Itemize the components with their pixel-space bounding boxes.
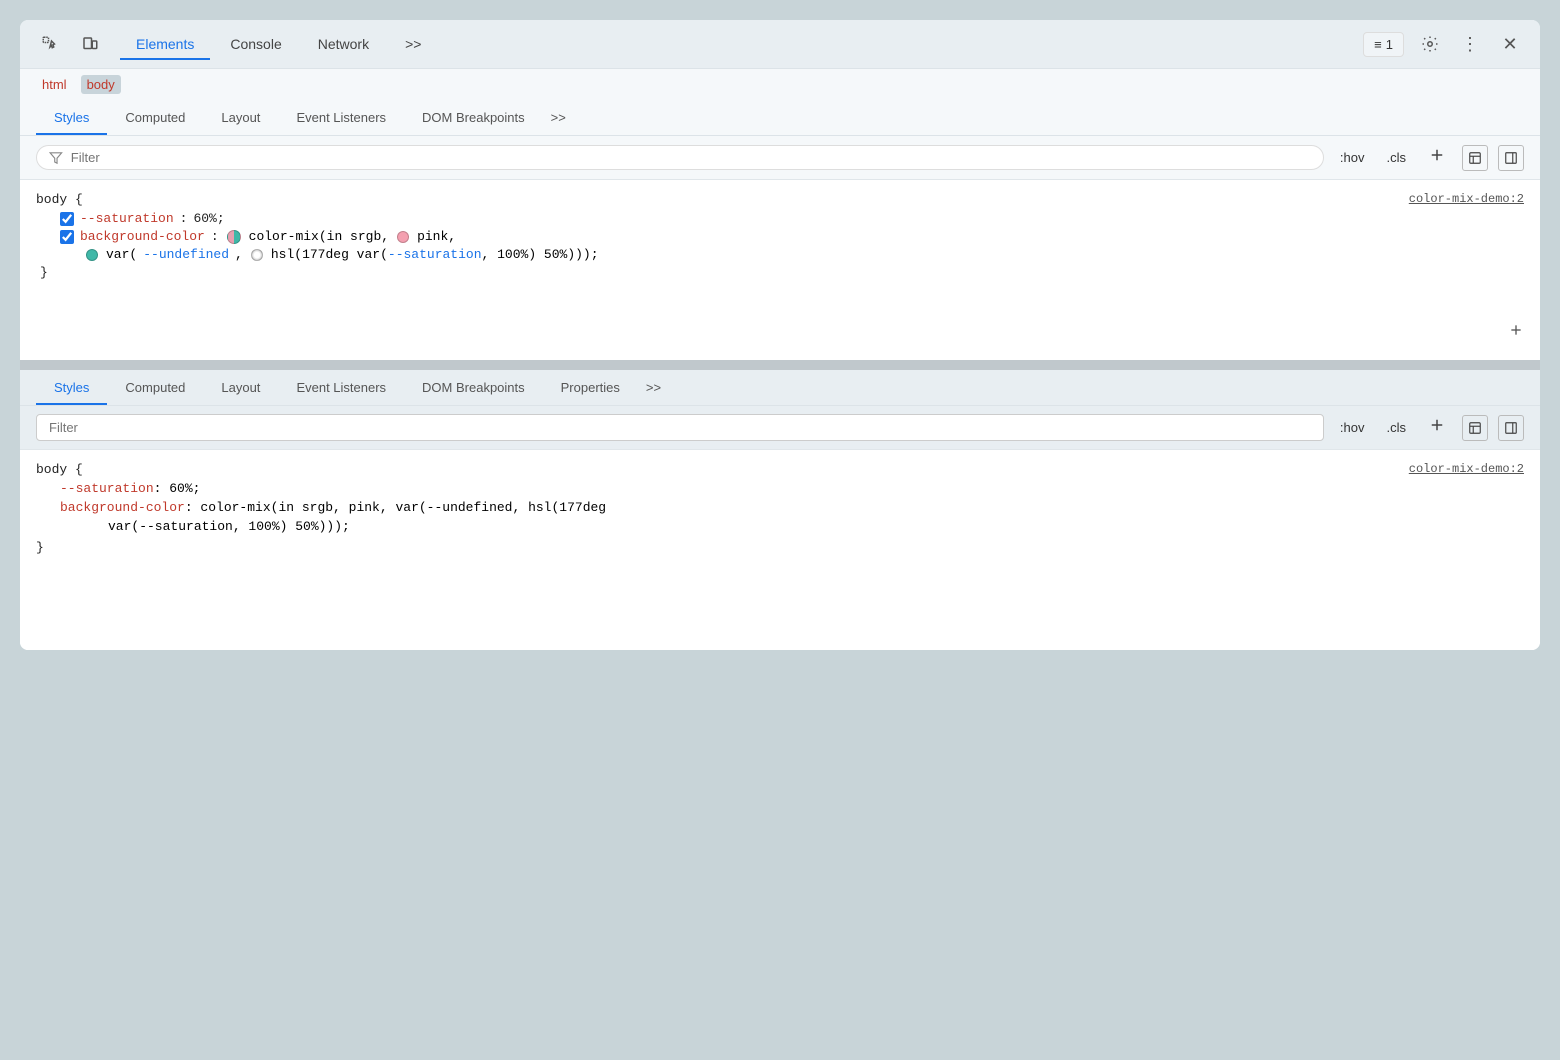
inspector-stylesheet-btn-top[interactable] [1462, 145, 1488, 171]
saturation-prop-name[interactable]: --saturation [80, 211, 174, 226]
css-rule-header-bottom: body { color-mix-demo:2 [36, 462, 1524, 477]
filter-icon [49, 151, 63, 165]
messages-icon: ≡ [1374, 37, 1382, 52]
tab-more[interactable]: >> [389, 30, 437, 58]
toolbar: Elements Console Network >> ≡ 1 ⋮ ✕ [20, 20, 1540, 68]
inspect-icon[interactable] [36, 30, 64, 58]
css-property-bg-line1: background-color : color-mix(in srgb, pi… [36, 229, 1524, 244]
hsl-swatch[interactable] [251, 249, 263, 261]
tab-styles-top[interactable]: Styles [36, 100, 107, 135]
top-panel: Elements Console Network >> ≡ 1 ⋮ ✕ [20, 20, 1540, 362]
bg-value-comma: , [235, 247, 243, 262]
tab-computed-bottom[interactable]: Computed [107, 370, 203, 405]
toggle-sidebar-btn-top[interactable] [1498, 145, 1524, 171]
bg-color-colon: : [211, 229, 219, 244]
css-property-saturation: --saturation : 60%; [36, 211, 1524, 226]
tab-computed-top[interactable]: Computed [107, 100, 203, 135]
saturation-var-link[interactable]: --saturation [388, 247, 482, 262]
undefined-var-link[interactable]: --undefined [143, 247, 229, 262]
css-content-bottom: body { color-mix-demo:2 --saturation: 60… [20, 450, 1540, 650]
css-add-rule-btn-top[interactable] [1508, 322, 1524, 344]
tab-network[interactable]: Network [302, 30, 385, 58]
bottom-saturation-colon: : 60%; [154, 481, 201, 496]
cls-btn-top[interactable]: .cls [1381, 148, 1413, 167]
css-closing-bottom: } [36, 540, 1524, 555]
devtools-window: Elements Console Network >> ≡ 1 ⋮ ✕ [20, 20, 1540, 650]
pseudo-btn-top[interactable]: :hov [1334, 148, 1371, 167]
style-tabs-bottom: Styles Computed Layout Event Listeners D… [20, 370, 1540, 406]
filter-input-wrap-bottom [36, 414, 1324, 441]
bottom-bg-name[interactable]: background-color [60, 500, 185, 515]
add-rule-btn-top[interactable] [1422, 144, 1452, 171]
css-selector-bottom: body { [36, 462, 83, 477]
bg-hsl-value: hsl(177deg var(--saturation, 100%) 50%))… [271, 247, 599, 262]
saturation-checkbox[interactable] [60, 212, 74, 226]
filter-input-wrap-top [36, 145, 1324, 170]
tab-event-listeners-top[interactable]: Event Listeners [278, 100, 404, 135]
css-selector-top: body { [36, 192, 83, 207]
bottom-bg-line2: var(--saturation, 100%) 50%))); [36, 519, 1524, 534]
pseudo-btn-bottom[interactable]: :hov [1334, 418, 1371, 437]
tab-properties-bottom[interactable]: Properties [543, 370, 638, 405]
tab-styles-bottom[interactable]: Styles [36, 370, 107, 405]
breadcrumb-body[interactable]: body [81, 75, 121, 94]
add-rule-btn-bottom[interactable] [1422, 414, 1452, 441]
bottom-bg-value2: var(--saturation, 100%) 50%))); [108, 519, 350, 534]
tab-event-listeners-bottom[interactable]: Event Listeners [278, 370, 404, 405]
inspector-stylesheet-btn-bottom[interactable] [1462, 415, 1488, 441]
settings-icon[interactable] [1416, 30, 1444, 58]
css-rule-header-top: body { color-mix-demo:2 [36, 192, 1524, 207]
bg-value-var-undefined: var( [106, 247, 137, 262]
bottom-saturation-line: --saturation: 60%; [36, 481, 1524, 496]
pink-swatch[interactable] [397, 231, 409, 243]
close-icon[interactable]: ✕ [1496, 30, 1524, 58]
tab-layout-top[interactable]: Layout [203, 100, 278, 135]
messages-badge[interactable]: ≡ 1 [1363, 32, 1404, 57]
tab-more-bottom[interactable]: >> [638, 370, 669, 405]
saturation-value[interactable]: 60%; [193, 211, 224, 226]
css-property-bg-line2: var( --undefined, hsl(177deg var(--satura… [36, 247, 1524, 262]
filter-actions-bottom: :hov .cls [1334, 414, 1524, 441]
tab-elements[interactable]: Elements [120, 30, 210, 58]
css-closing-top: } [36, 265, 1524, 280]
toolbar-icons [36, 30, 104, 58]
teal-swatch[interactable] [86, 249, 98, 261]
color-mix-swatch[interactable] [227, 230, 241, 244]
breadcrumb-html[interactable]: html [36, 75, 73, 94]
toggle-sidebar-btn-bottom[interactable] [1498, 415, 1524, 441]
device-toggle-icon[interactable] [76, 30, 104, 58]
tab-layout-bottom[interactable]: Layout [203, 370, 278, 405]
css-source-bottom[interactable]: color-mix-demo:2 [1409, 462, 1524, 476]
badge-count: 1 [1386, 37, 1393, 52]
tab-dom-breakpoints-top[interactable]: DOM Breakpoints [404, 100, 543, 135]
tab-more-top[interactable]: >> [543, 100, 574, 135]
breadcrumb-bar: html body [20, 68, 1540, 100]
cls-btn-bottom[interactable]: .cls [1381, 418, 1413, 437]
toolbar-right: ≡ 1 ⋮ ✕ [1363, 30, 1524, 58]
bg-color-value-1: color-mix(in srgb, [249, 229, 389, 244]
tab-dom-breakpoints-bottom[interactable]: DOM Breakpoints [404, 370, 543, 405]
filter-input-top[interactable] [71, 150, 1311, 165]
filter-actions-top: :hov .cls [1334, 144, 1524, 171]
style-tabs-top: Styles Computed Layout Event Listeners D… [20, 100, 1540, 136]
bg-color-value-2: pink, [417, 229, 456, 244]
filter-bar-top: :hov .cls [20, 136, 1540, 180]
bg-color-prop-name[interactable]: background-color [80, 229, 205, 244]
panel-divider [20, 362, 1540, 370]
main-tabs: Elements Console Network >> [120, 30, 1347, 58]
bottom-saturation-name[interactable]: --saturation [60, 481, 154, 496]
bottom-panel: Styles Computed Layout Event Listeners D… [20, 370, 1540, 650]
filter-bar-bottom: :hov .cls [20, 406, 1540, 450]
css-source-top[interactable]: color-mix-demo:2 [1409, 192, 1524, 206]
bottom-bg-line1: background-color: color-mix(in srgb, pin… [36, 500, 1524, 515]
bg-color-checkbox[interactable] [60, 230, 74, 244]
filter-input-bottom[interactable] [49, 420, 1311, 435]
more-icon[interactable]: ⋮ [1456, 30, 1484, 58]
tab-console[interactable]: Console [214, 30, 297, 58]
saturation-colon: : [180, 211, 188, 226]
bottom-bg-value1: : color-mix(in srgb, pink, var(--undefin… [185, 500, 606, 515]
css-content-top: body { color-mix-demo:2 --saturation : 6… [20, 180, 1540, 360]
